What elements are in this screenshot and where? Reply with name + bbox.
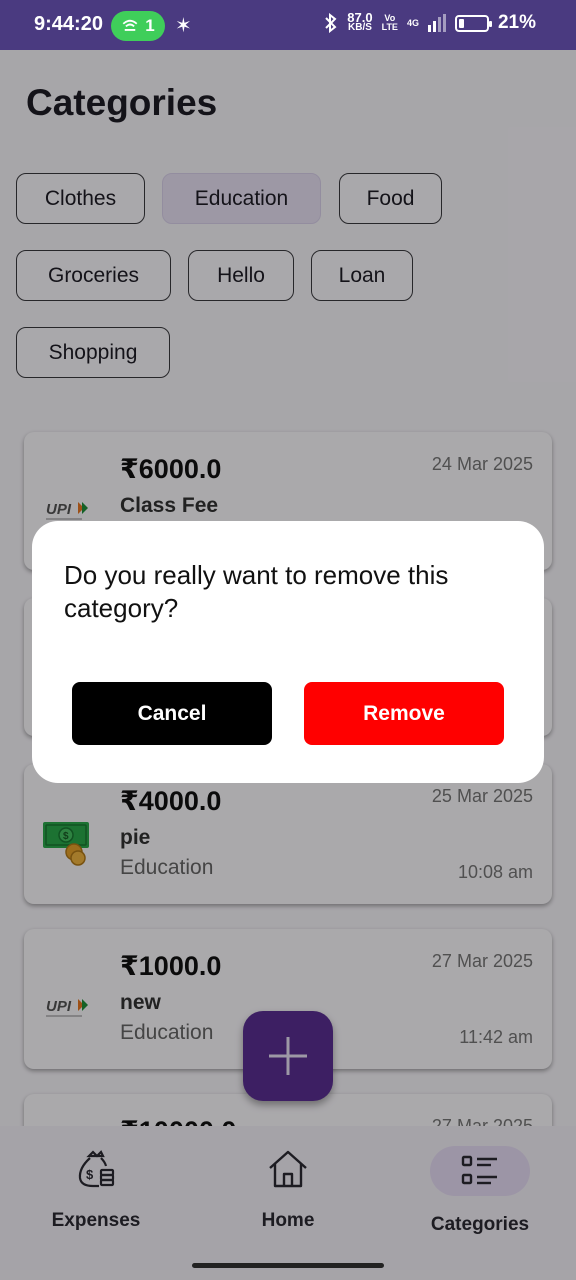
wifi-hotspot-icon bbox=[122, 19, 138, 31]
battery-percent: 21% bbox=[497, 12, 536, 33]
signal-icon bbox=[427, 14, 446, 32]
remove-button[interactable]: Remove bbox=[304, 682, 504, 745]
hotspot-count: 1 bbox=[145, 16, 155, 35]
dialog-message: Do you really want to remove this catego… bbox=[64, 560, 449, 623]
status-bar: 9:44:20 1 ✶ 87.0 KB/S Vo LTE 4G 21% bbox=[0, 0, 576, 50]
cancel-button[interactable]: Cancel bbox=[72, 682, 272, 745]
network-type: 4G bbox=[406, 17, 419, 28]
bluetooth-icon bbox=[325, 13, 337, 33]
sparkle-icon: ✶ bbox=[175, 15, 192, 37]
net-speed: 87.0 KB/S bbox=[347, 10, 373, 33]
battery-icon bbox=[454, 14, 492, 32]
status-time: 9:44:20 bbox=[34, 13, 103, 35]
volte-indicator: Vo LTE bbox=[381, 13, 398, 32]
remove-category-dialog: Do you really want to remove this catego… bbox=[32, 521, 544, 783]
hotspot-indicator: 1 bbox=[111, 11, 165, 41]
